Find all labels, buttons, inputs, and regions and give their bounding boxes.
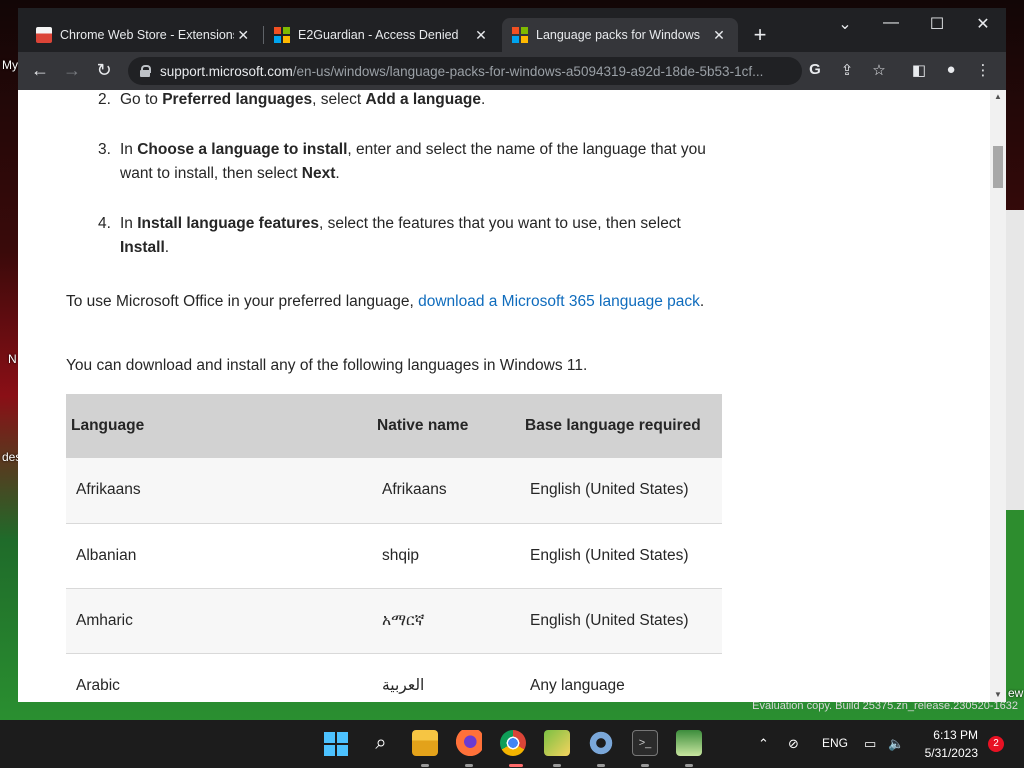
tab-chrome-web-store[interactable]: Chrome Web Store - Extensions ✕ [26,18,262,52]
language-indicator[interactable]: ENG [822,736,848,750]
native-name-cell: shqip [372,523,520,589]
base-language-cell: English (United States) [520,588,722,654]
back-arrow-icon[interactable]: ← [28,60,52,81]
google-lens-icon[interactable]: G [804,61,826,78]
system-clock[interactable]: 6:13 PM 5/31/2023 [925,726,978,762]
running-app-indicator [685,764,693,767]
share-icon[interactable]: ⇪ [836,61,858,79]
table-row: Albanian shqip English (United States) [66,523,722,589]
chevron-up-icon[interactable]: ⌃ [758,736,769,752]
microsoft-365-language-pack-link[interactable]: download a Microsoft 365 language pack [418,293,700,310]
maximize-button[interactable]: ☐ [914,14,960,34]
notification-badge[interactable]: 2 [988,736,1004,752]
firefox-icon[interactable] [456,730,482,756]
office-paragraph: To use Microsoft Office in your preferre… [66,293,705,310]
language-cell: Afrikaans [66,458,372,524]
menu-kebab-icon[interactable]: ⋮ [972,61,994,79]
page-viewport: 2. Go to Preferred languages, select Add… [18,90,1006,702]
terminal-icon[interactable]: >_ [632,730,658,756]
column-header-native-name: Native name [372,394,520,458]
clock-time: 6:13 PM [933,728,978,742]
column-header-language: Language [66,394,372,458]
active-app-indicator [509,764,523,767]
table-row: Arabic العربية Any language [66,653,722,702]
running-app-indicator [641,764,649,767]
scroll-down-arrow-icon[interactable]: ▼ [990,688,1006,702]
step-text: In Choose a language to install, enter a… [120,141,706,182]
scrollbar-thumb[interactable] [993,146,1003,188]
step-number: 4. [98,215,111,232]
desktop-icon-label[interactable]: N [8,352,17,366]
tab-strip: Chrome Web Store - Extensions ✕ E2Guardi… [18,8,1006,52]
desktop-wallpaper-image [1006,510,1024,700]
tab-e2guardian[interactable]: E2Guardian - Access Denied ✕ [264,18,500,52]
file-explorer-icon[interactable] [412,730,438,756]
vertical-scrollbar[interactable]: ▲ ▼ [990,90,1006,702]
display-icon[interactable]: ▭ [864,736,876,752]
column-header-base-language: Base language required [520,394,722,458]
step-text: In Install language features, select the… [120,215,681,256]
tab-title: E2Guardian - Access Denied [298,28,459,42]
windows-taskbar: ⌕ >_ ⌃ ⊘ ENG ▭ 🔈 6:13 PM 5/31/2023 2 [0,720,1024,768]
tab-language-packs[interactable]: Language packs for Windows - M ✕ [502,18,738,52]
minimize-button[interactable]: — [868,14,914,32]
running-app-indicator [465,764,473,767]
tab-search-button[interactable]: ⌄ [822,14,868,34]
start-button[interactable] [324,732,348,756]
table-row: Amharic አማርኛ English (United States) [66,588,722,654]
app-icon[interactable] [544,730,570,756]
microsoft-logo-icon [512,27,528,43]
table-row: Afrikaans Afrikaans English (United Stat… [66,458,722,524]
table-header-row: Language Native name Base language requi… [66,394,722,458]
close-icon[interactable]: ✕ [234,27,252,44]
chrome-web-store-icon [36,27,52,43]
bookmark-star-icon[interactable]: ☆ [868,61,890,79]
reload-icon[interactable]: ↻ [92,60,116,81]
step-text: Go to Preferred languages, select Add a … [120,91,486,108]
network-off-icon[interactable]: ⊘ [788,736,799,752]
download-paragraph: You can download and install any of the … [66,357,588,374]
tab-title: Chrome Web Store - Extensions [60,28,235,42]
base-language-cell: English (United States) [520,458,722,524]
base-language-cell: Any language [520,653,722,702]
profile-icon[interactable]: ● [940,61,962,78]
native-name-cell: አማርኛ [372,588,520,654]
running-app-indicator [421,764,429,767]
scroll-up-arrow-icon[interactable]: ▲ [990,90,1006,104]
side-panel-icon[interactable]: ◧ [908,61,930,79]
url-text[interactable]: support.microsoft.com/en-us/windows/lang… [160,64,800,79]
chrome-icon[interactable] [500,730,526,756]
step-number: 2. [98,91,111,108]
close-icon[interactable]: ✕ [710,27,728,44]
running-app-indicator [597,764,605,767]
language-cell: Albanian [66,523,372,589]
address-bar[interactable]: support.microsoft.com/en-us/windows/lang… [128,57,802,85]
close-icon[interactable]: ✕ [472,27,490,44]
browser-toolbar: ← → ↻ support.microsoft.com/en-us/window… [18,52,1006,90]
forward-arrow-icon[interactable]: → [60,60,84,81]
desktop-wallpaper-image [1006,210,1024,510]
clock-date: 5/31/2023 [924,746,978,760]
lock-icon[interactable] [140,65,151,77]
native-name-cell: Afrikaans [372,458,520,524]
desktop-icon-label[interactable]: ew [1008,686,1023,700]
base-language-cell: English (United States) [520,523,722,589]
app-icon[interactable] [676,730,702,756]
search-icon[interactable]: ⌕ [368,730,394,756]
chrome-window: Chrome Web Store - Extensions ✕ E2Guardi… [18,8,1006,702]
language-cell: Amharic [66,588,372,654]
desktop-icon-label[interactable]: My [2,58,18,72]
tab-title: Language packs for Windows - M [536,28,704,42]
step-number: 3. [98,141,111,158]
language-cell: Arabic [66,653,372,702]
running-app-indicator [553,764,561,767]
new-tab-button[interactable]: + [748,22,772,48]
settings-gear-icon[interactable] [588,730,614,756]
microsoft-logo-icon [274,27,290,43]
native-name-cell: العربية [372,653,520,702]
volume-icon[interactable]: 🔈 [888,736,904,752]
language-table: Language Native name Base language requi… [66,394,722,702]
close-window-button[interactable]: ✕ [960,14,1006,34]
